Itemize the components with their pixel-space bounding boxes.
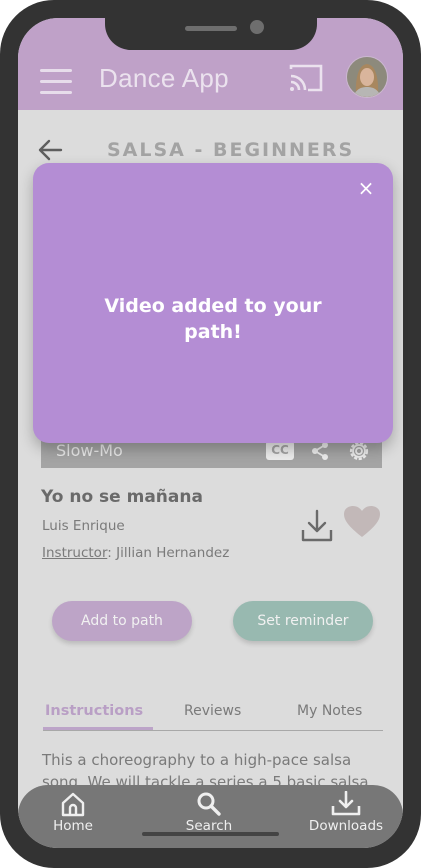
instructor-link[interactable]: Instructor	[42, 545, 107, 561]
active-tab-indicator	[43, 727, 153, 730]
content-tabs: Instructions Reviews My Notes	[43, 700, 383, 731]
playback-speed-button[interactable]: Slow-Mo	[56, 441, 123, 460]
nav-downloads-label: Downloads	[308, 818, 384, 834]
instructor-name: : Jillian Hernandez	[107, 545, 230, 561]
favorite-heart-icon[interactable]	[343, 505, 381, 539]
nav-downloads[interactable]: Downloads	[308, 791, 384, 834]
home-icon	[61, 792, 85, 817]
user-avatar[interactable]	[346, 56, 388, 98]
phone-frame: Dance App SALSA - BEGINNERS Slow-Mo CC Y…	[0, 0, 421, 868]
tab-reviews[interactable]: Reviews	[184, 703, 241, 719]
artist-name: Luis Enrique	[42, 518, 125, 534]
nav-home-label: Home	[53, 818, 93, 834]
download-icon	[331, 791, 361, 816]
speaker-grille	[185, 26, 237, 31]
page-title: SALSA - BEGINNERS	[107, 139, 355, 161]
modal-message: Video added to your path!	[104, 295, 322, 343]
phone-notch	[105, 18, 317, 50]
set-reminder-button[interactable]: Set reminder	[233, 601, 373, 641]
back-arrow-icon[interactable]	[36, 136, 64, 164]
nav-home[interactable]: Home	[53, 791, 93, 834]
hamburger-menu-icon[interactable]	[40, 69, 72, 95]
close-icon[interactable]: ×	[355, 177, 377, 199]
tab-instructions[interactable]: Instructions	[45, 703, 143, 719]
confirmation-modal: × Video added to your path!	[33, 163, 393, 443]
home-indicator	[142, 832, 279, 836]
song-title: Yo no se mañana	[41, 487, 203, 507]
instructor-line: Instructor: Jillian Hernandez	[42, 545, 229, 561]
app-title: Dance App	[99, 63, 229, 93]
front-camera	[250, 20, 264, 34]
share-icon[interactable]	[309, 440, 331, 462]
add-to-path-button[interactable]: Add to path	[52, 601, 192, 641]
bottom-nav: Home Search Downloads	[18, 785, 403, 848]
closed-captions-icon[interactable]: CC	[266, 441, 294, 460]
download-video-icon[interactable]	[300, 508, 334, 544]
nav-search[interactable]: Search	[184, 791, 234, 834]
cast-icon[interactable]	[288, 63, 324, 93]
tab-my-notes[interactable]: My Notes	[297, 703, 362, 719]
search-icon	[197, 792, 221, 816]
